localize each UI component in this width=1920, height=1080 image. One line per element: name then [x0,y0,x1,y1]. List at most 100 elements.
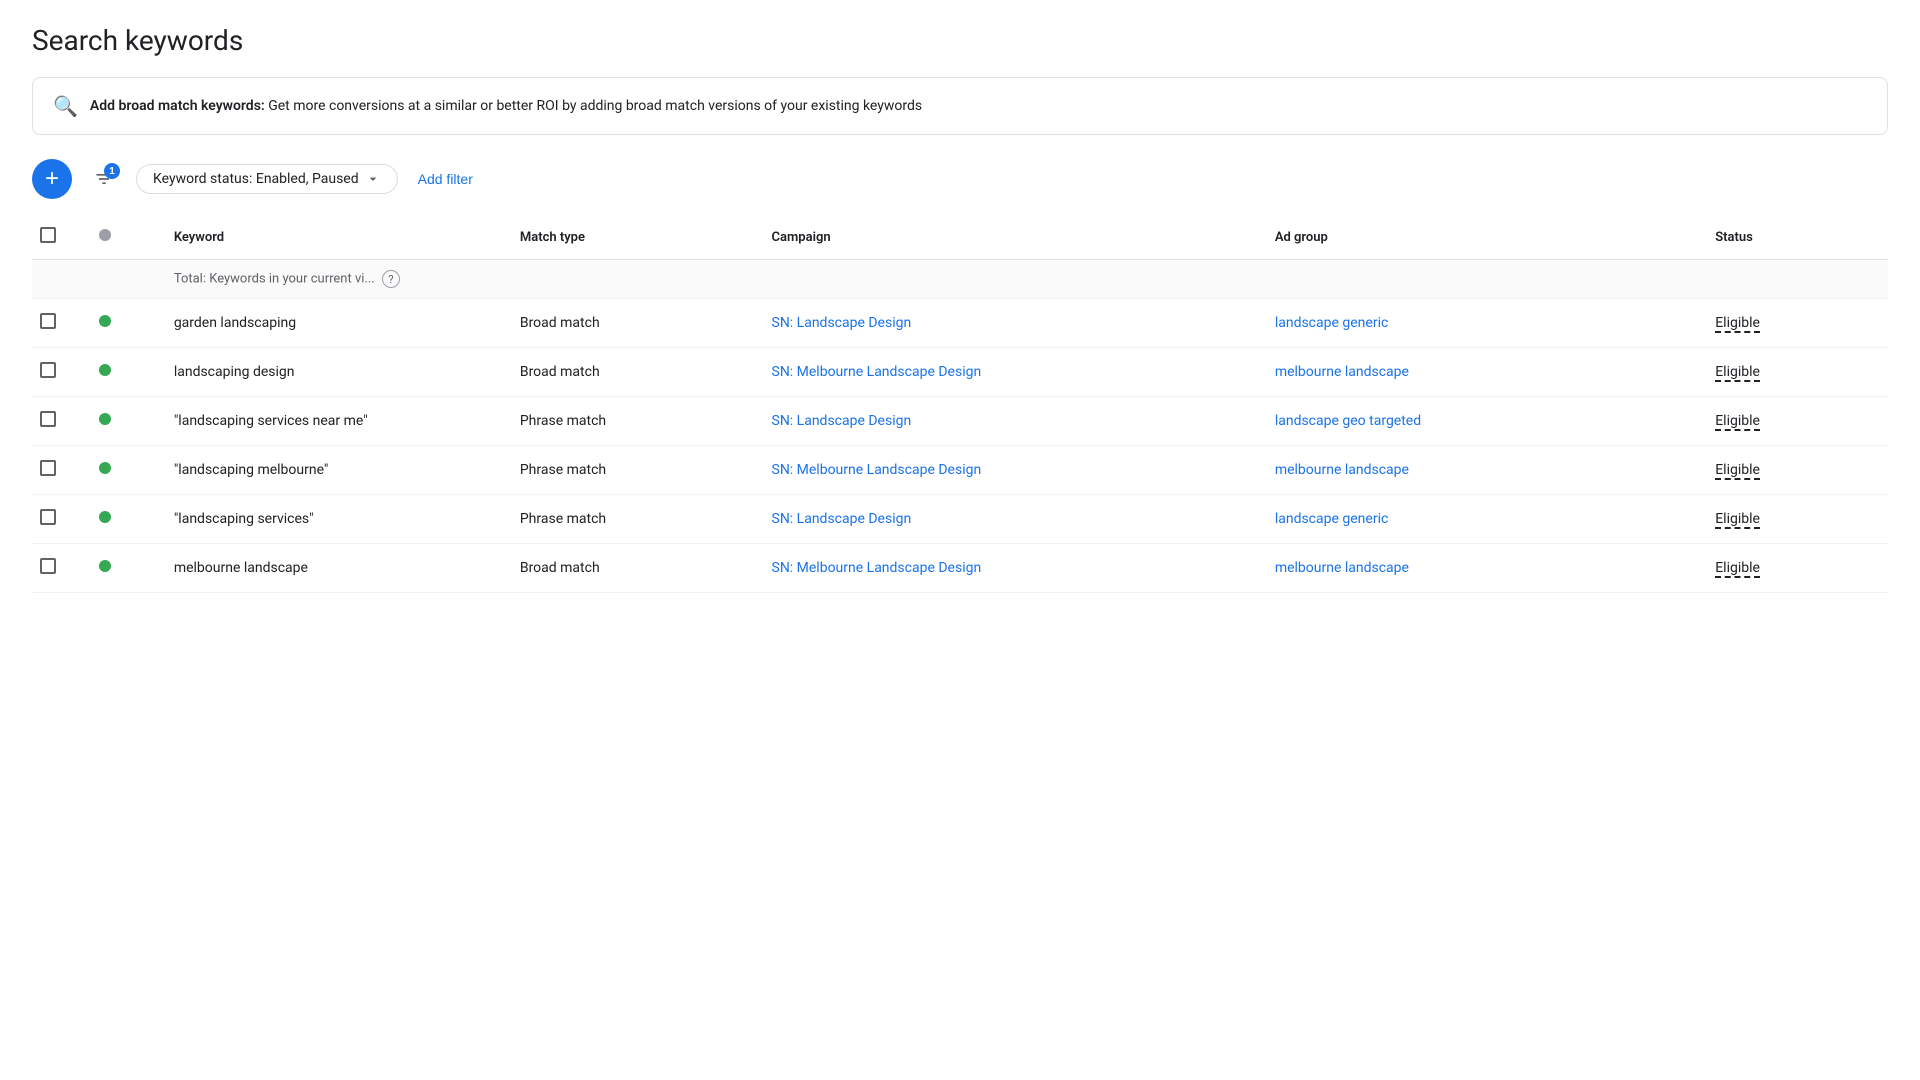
keyword-status-label: Keyword status: Enabled, Paused [153,171,359,187]
row-checkbox[interactable] [40,460,56,476]
row-status-dot [99,315,111,327]
row-checkbox[interactable] [40,362,56,378]
table-row: landscaping design Broad match SN: Melbo… [32,348,1888,397]
status-badge[interactable]: Eligible [1715,364,1760,382]
row-status: Eligible [1699,397,1888,446]
row-dot-cell [95,397,158,446]
row-keyword[interactable]: "landscaping services near me" [158,397,504,446]
row-campaign: SN: Landscape Design [756,397,1259,446]
total-row: Total: Keywords in your current vi... ? [32,260,1888,299]
row-dot-cell [95,446,158,495]
ad-group-link[interactable]: landscape generic [1275,315,1389,331]
row-keyword[interactable]: "landscaping melbourne" [158,446,504,495]
row-match-type: Phrase match [504,446,756,495]
ad-group-link[interactable]: landscape geo targeted [1275,413,1421,429]
row-status-dot [99,511,111,523]
status-badge[interactable]: Eligible [1715,560,1760,578]
ad-group-link[interactable]: landscape generic [1275,511,1389,527]
row-campaign: SN: Landscape Design [756,299,1259,348]
table-header-row: Keyword Match type Campaign Ad group Sta… [32,215,1888,260]
add-button[interactable]: + [32,159,72,199]
table-row: garden landscaping Broad match SN: Lands… [32,299,1888,348]
row-campaign: SN: Melbourne Landscape Design [756,446,1259,495]
campaign-link[interactable]: SN: Melbourne Landscape Design [772,462,982,478]
row-keyword[interactable]: landscaping design [158,348,504,397]
row-status: Eligible [1699,299,1888,348]
row-checkbox-cell [32,446,95,495]
ad-group-link[interactable]: melbourne landscape [1275,364,1409,380]
row-ad-group: melbourne landscape [1259,348,1699,397]
row-match-type: Phrase match [504,495,756,544]
status-badge[interactable]: Eligible [1715,511,1760,529]
header-campaign[interactable]: Campaign [756,215,1259,260]
filter-button[interactable]: 1 [84,159,124,199]
header-ad-group[interactable]: Ad group [1259,215,1699,260]
row-checkbox[interactable] [40,411,56,427]
campaign-link[interactable]: SN: Landscape Design [772,315,912,331]
row-checkbox-cell [32,299,95,348]
row-ad-group: melbourne landscape [1259,544,1699,593]
row-status-dot [99,560,111,572]
row-match-type: Broad match [504,348,756,397]
row-checkbox-cell [32,348,95,397]
row-dot-cell [95,495,158,544]
row-checkbox[interactable] [40,509,56,525]
header-keyword[interactable]: Keyword [158,215,504,260]
help-icon[interactable]: ? [382,270,400,288]
total-row-label: Total: Keywords in your current vi... ? [158,260,504,299]
select-all-checkbox[interactable] [40,227,56,243]
row-checkbox[interactable] [40,558,56,574]
campaign-link[interactable]: SN: Landscape Design [772,413,912,429]
chevron-down-icon [365,171,381,187]
status-badge[interactable]: Eligible [1715,462,1760,480]
status-badge[interactable]: Eligible [1715,315,1760,333]
header-status[interactable]: Status [1699,215,1888,260]
row-checkbox[interactable] [40,313,56,329]
row-campaign: SN: Landscape Design [756,495,1259,544]
campaign-link[interactable]: SN: Melbourne Landscape Design [772,560,982,576]
row-ad-group: landscape geo targeted [1259,397,1699,446]
row-status-dot [99,413,111,425]
status-badge[interactable]: Eligible [1715,413,1760,431]
page-title: Search keywords [32,24,1888,57]
row-dot-cell [95,299,158,348]
header-status-dot [99,229,111,241]
header-checkbox-col [32,215,95,260]
table-row: "landscaping melbourne" Phrase match SN:… [32,446,1888,495]
table-row: "landscaping services" Phrase match SN: … [32,495,1888,544]
add-filter-button[interactable]: Add filter [410,165,481,193]
header-dot-col [95,215,158,260]
row-checkbox-cell [32,544,95,593]
table-row: "landscaping services near me" Phrase ma… [32,397,1888,446]
table-row: melbourne landscape Broad match SN: Melb… [32,544,1888,593]
row-status: Eligible [1699,495,1888,544]
row-keyword[interactable]: melbourne landscape [158,544,504,593]
row-campaign: SN: Melbourne Landscape Design [756,544,1259,593]
row-dot-cell [95,544,158,593]
row-ad-group: landscape generic [1259,299,1699,348]
campaign-link[interactable]: SN: Landscape Design [772,511,912,527]
header-match-type[interactable]: Match type [504,215,756,260]
row-match-type: Phrase match [504,397,756,446]
ad-group-link[interactable]: melbourne landscape [1275,560,1409,576]
filter-badge: 1 [104,163,120,179]
broad-match-banner: 🔍 Add broad match keywords: Get more con… [32,77,1888,135]
keywords-table: Keyword Match type Campaign Ad group Sta… [32,215,1888,593]
row-checkbox-cell [32,397,95,446]
keyword-status-filter[interactable]: Keyword status: Enabled, Paused [136,164,398,194]
row-ad-group: melbourne landscape [1259,446,1699,495]
row-checkbox-cell [32,495,95,544]
row-match-type: Broad match [504,544,756,593]
row-match-type: Broad match [504,299,756,348]
row-keyword[interactable]: garden landscaping [158,299,504,348]
campaign-link[interactable]: SN: Melbourne Landscape Design [772,364,982,380]
row-ad-group: landscape generic [1259,495,1699,544]
search-icon: 🔍 [53,94,78,118]
row-keyword[interactable]: "landscaping services" [158,495,504,544]
ad-group-link[interactable]: melbourne landscape [1275,462,1409,478]
row-status: Eligible [1699,446,1888,495]
row-campaign: SN: Melbourne Landscape Design [756,348,1259,397]
row-status: Eligible [1699,544,1888,593]
row-status-dot [99,364,111,376]
banner-text: Add broad match keywords: Get more conve… [90,98,922,114]
